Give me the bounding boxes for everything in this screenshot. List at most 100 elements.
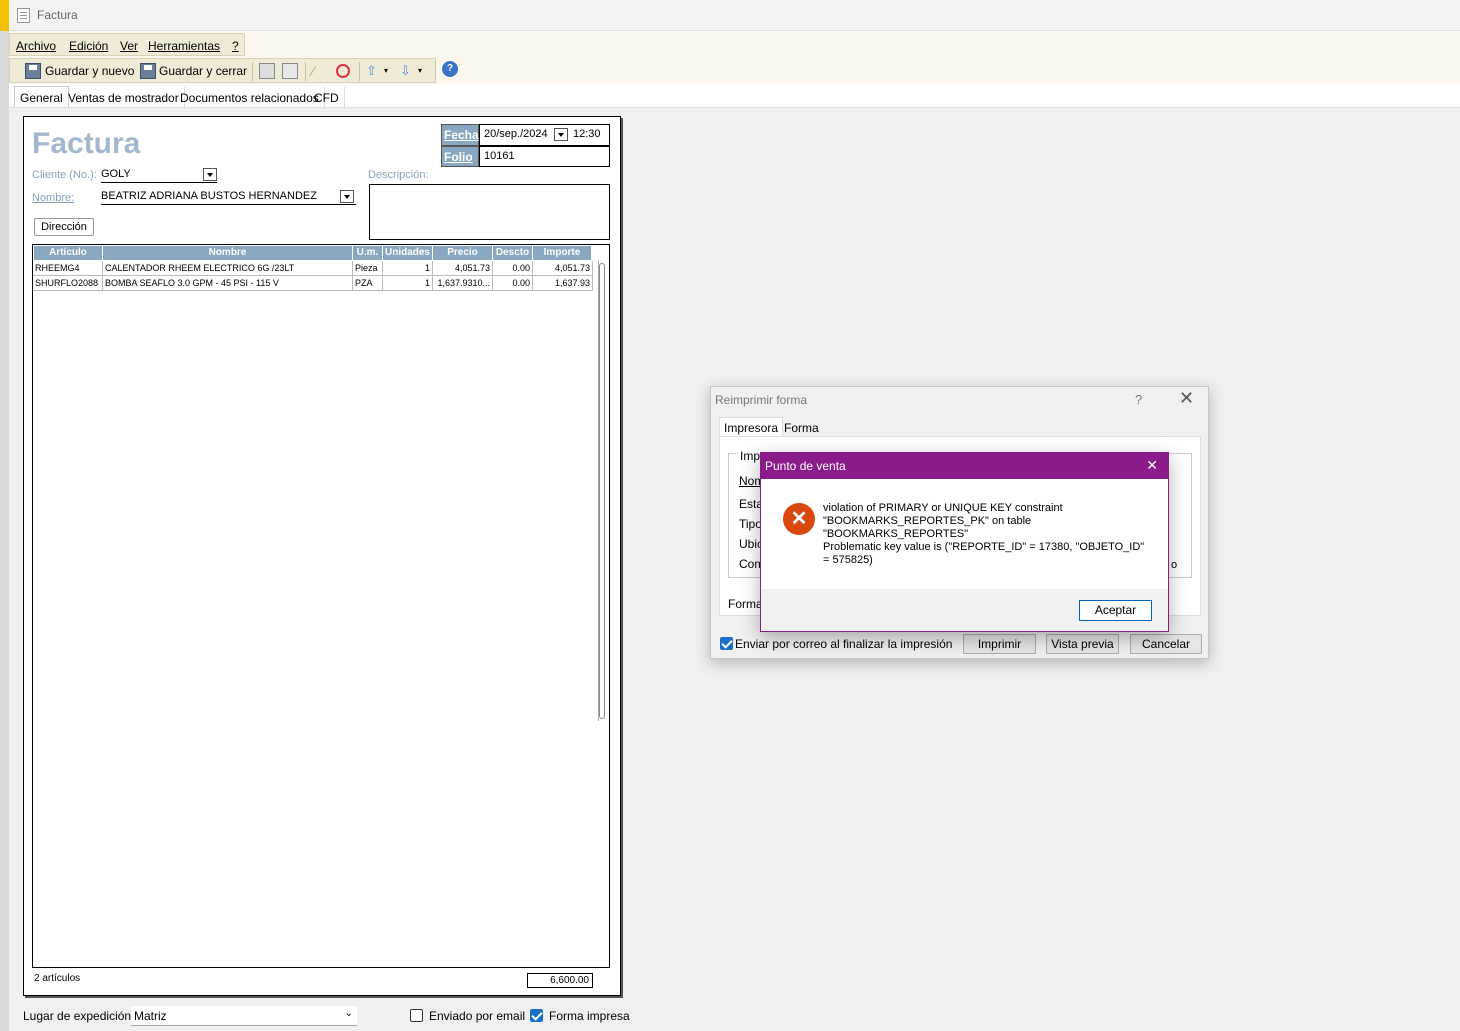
arrow-up-icon[interactable]: ⇧ <box>366 63 382 79</box>
chevron-down-icon[interactable] <box>203 168 217 181</box>
cliente-label: Cliente (No.): <box>32 169 97 181</box>
cancel-icon[interactable] <box>336 64 350 78</box>
table-cell-importe[interactable]: 1,637.93 <box>533 276 593 291</box>
aceptar-button[interactable]: Aceptar <box>1079 600 1152 621</box>
error-icon: ✕ <box>783 503 815 535</box>
menu-archivo[interactable]: Archivo <box>16 39 56 53</box>
folio-field[interactable]: 10161 <box>479 146 610 167</box>
enviado-email-checkbox[interactable] <box>410 1009 423 1022</box>
dialog-tab-bar: Impresora Forma <box>719 417 1201 437</box>
menu-edicion[interactable]: Edición <box>69 39 108 53</box>
window-title: Factura <box>37 8 78 22</box>
toolbar: Guardar y nuevo Guardar y cerrar ⁄ ⇧ ▾ ⇩… <box>9 57 1460 84</box>
properties-fragment[interactable]: o <box>1171 559 1177 571</box>
lugar-expedicion-label: Lugar de expedición: <box>23 1009 135 1023</box>
grid-scrollbar[interactable] <box>598 261 606 721</box>
print-preview-icon[interactable] <box>282 63 298 79</box>
chevron-down-icon[interactable]: ▾ <box>418 63 434 79</box>
help-icon[interactable]: ? <box>1135 392 1142 407</box>
item-count: 2 artículos <box>34 973 81 984</box>
chevron-down-icon[interactable] <box>340 190 354 203</box>
col-header-descto[interactable]: Descto <box>493 246 533 260</box>
col-header-articulo[interactable]: Artículo <box>34 246 103 260</box>
toolbar-separator <box>305 62 306 81</box>
fecha-label: Fecha <box>441 124 479 146</box>
chevron-down-icon[interactable]: ▾ <box>384 63 400 79</box>
chevron-down-icon[interactable] <box>554 128 568 141</box>
dialog-title: Reimprimir forma <box>715 393 808 407</box>
descripcion-textarea[interactable] <box>369 184 610 240</box>
lugar-expedicion-select[interactable]: Matriz ⌄ <box>131 1006 357 1026</box>
error-message-line: violation of PRIMARY or UNIQUE KEY const… <box>823 502 1063 514</box>
table-cell-articulo[interactable]: SHURFLO2088 <box>33 276 103 291</box>
edit-icon[interactable]: ⁄ <box>312 63 328 79</box>
error-message-line: "BOOKMARKS_REPORTES" <box>823 528 969 540</box>
vista-previa-button[interactable]: Vista previa <box>1046 634 1119 654</box>
forma-impresa-label: Forma impresa <box>549 1009 630 1023</box>
menu-help[interactable]: ? <box>232 39 239 53</box>
descripcion-label: Descripción: <box>368 169 429 181</box>
table-cell-articulo[interactable]: RHEEMG4 <box>33 261 103 276</box>
close-icon[interactable]: ✕ <box>1179 388 1194 409</box>
close-icon[interactable]: ✕ <box>1146 457 1158 474</box>
cliente-field[interactable]: GOLY <box>101 167 217 183</box>
table-cell-um[interactable]: PZA <box>353 276 383 291</box>
col-header-nombre[interactable]: Nombre <box>103 246 353 260</box>
table-cell-precio[interactable]: 4,051.73 <box>433 261 493 276</box>
save-close-icon <box>140 63 156 79</box>
table-cell-nombre[interactable]: BOMBA SEAFLO 3.0 GPM - 45 PSI - 115 V <box>103 276 353 291</box>
lugar-expedicion-value: Matriz <box>134 1009 167 1023</box>
col-header-precio[interactable]: Precio <box>433 246 493 260</box>
tab-impresora[interactable]: Impresora <box>719 417 784 437</box>
cancelar-button[interactable]: Cancelar <box>1130 634 1202 654</box>
help-icon[interactable]: ? <box>442 61 458 77</box>
menu-bar: Archivo Edición Ver Herramientas ? <box>9 31 1460 57</box>
nombre-field[interactable]: BEATRIZ ADRIANA BUSTOS HERNANDEZ <box>101 189 356 205</box>
total-value: 6,600.00 <box>527 973 593 988</box>
message-box-body: ✕ violation of PRIMARY or UNIQUE KEY con… <box>761 479 1168 589</box>
table-cell-unidades[interactable]: 1 <box>383 276 433 291</box>
tab-general[interactable]: General <box>14 86 69 107</box>
toolbar-separator <box>359 62 360 81</box>
menu-group: Archivo Edición Ver Herramientas ? <box>9 33 245 56</box>
save-new-button[interactable]: Guardar y nuevo <box>45 64 134 78</box>
tab-documentos-relacionados[interactable]: Documentos relacionados <box>175 87 325 108</box>
forma-impresa-checkbox[interactable] <box>530 1009 543 1022</box>
save-new-icon <box>25 63 41 79</box>
table-cell-descto[interactable]: 0.00 <box>493 261 533 276</box>
table-cell-um[interactable]: Pieza <box>353 261 383 276</box>
fecha-field[interactable]: 20/sep./2024 12:30 <box>479 124 610 146</box>
tab-cfd[interactable]: CFD <box>309 87 345 108</box>
direccion-button[interactable]: Dirección <box>34 218 94 236</box>
print-icon[interactable] <box>259 63 275 79</box>
table-cell-descto[interactable]: 0.00 <box>493 276 533 291</box>
chevron-down-icon[interactable]: ⌄ <box>345 1008 353 1019</box>
table-cell-precio[interactable]: 1,637.9310... <box>433 276 493 291</box>
arrow-down-icon[interactable]: ⇩ <box>400 63 416 79</box>
menu-herramientas[interactable]: Herramientas <box>148 39 220 53</box>
tab-forma[interactable]: Forma <box>784 421 819 435</box>
toolbar-group: Guardar y nuevo Guardar y cerrar ⁄ ⇧ ▾ ⇩… <box>9 58 436 83</box>
error-message-line: = 575825) <box>823 554 873 566</box>
hora-value[interactable]: 12:30 <box>573 128 601 140</box>
save-close-button[interactable]: Guardar y cerrar <box>159 64 247 78</box>
scrollbar-thumb[interactable] <box>599 263 605 719</box>
error-message-box: Punto de venta ✕ ✕ violation of PRIMARY … <box>760 452 1169 632</box>
table-cell-importe[interactable]: 4,051.73 <box>533 261 593 276</box>
tab-ventas-mostrador[interactable]: Ventas de mostrador <box>63 87 185 108</box>
toolbar-separator <box>252 62 253 81</box>
col-header-importe[interactable]: Importe <box>533 246 592 260</box>
email-checkbox[interactable] <box>720 637 733 650</box>
table-cell-nombre[interactable]: CALENTADOR RHEEM ELECTRICO 6G /23LT <box>103 261 353 276</box>
nombre-label: Nombre: <box>32 192 75 204</box>
menu-ver[interactable]: Ver <box>120 39 138 53</box>
left-border <box>0 31 9 1031</box>
imprimir-button[interactable]: Imprimir <box>963 634 1036 654</box>
col-header-um[interactable]: U.m. <box>353 246 383 260</box>
message-box-title-bar: Punto de venta ✕ <box>761 453 1168 479</box>
toolbar-separator <box>435 61 436 80</box>
col-header-unidades[interactable]: Unidades <box>383 246 433 260</box>
table-cell-unidades[interactable]: 1 <box>383 261 433 276</box>
error-message-line: Problematic key value is ("REPORTE_ID" =… <box>823 541 1145 553</box>
folio-label: Folio <box>441 146 479 167</box>
